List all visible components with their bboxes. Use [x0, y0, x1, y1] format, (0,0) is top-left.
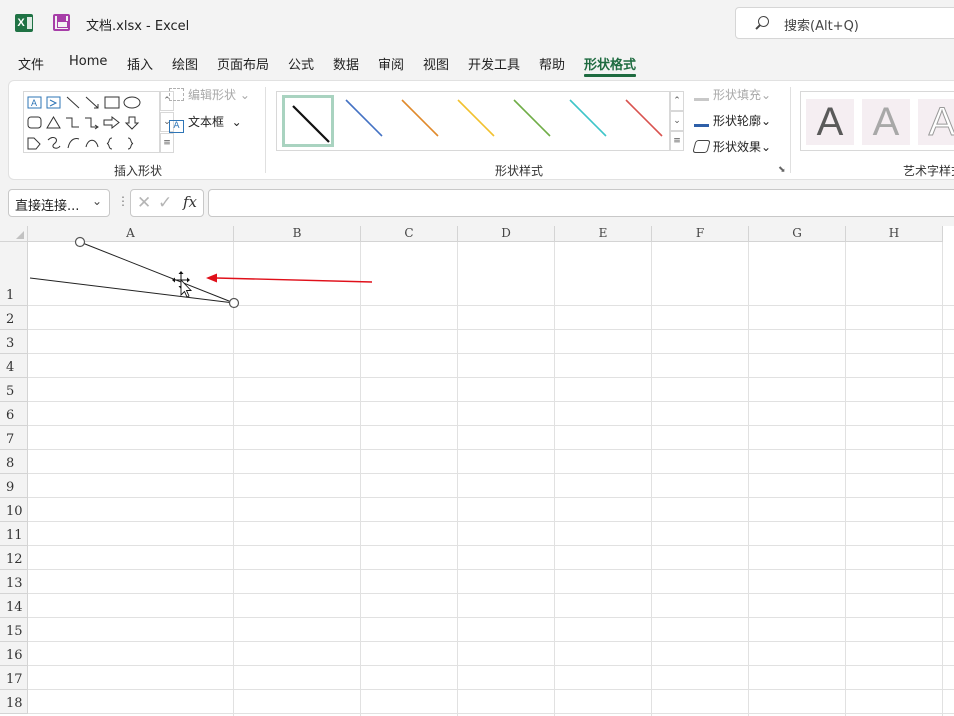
annotation-arrow: [206, 273, 373, 283]
tab-draw[interactable]: 绘图: [172, 54, 198, 73]
chevron-down-icon: ⌄: [239, 88, 250, 102]
insert-function-button[interactable]: fx: [183, 193, 197, 211]
formula-bar: 直接连接... ⌄ ⋮ ✕ ✓ fx: [0, 186, 954, 220]
ribbon-tabs: 文件 Home 插入 绘图 页面布局 公式 数据 审阅 视图 开发工具 帮助 形…: [0, 50, 954, 78]
tab-formulas[interactable]: 公式: [288, 54, 314, 73]
shape-style-option[interactable]: [453, 95, 505, 147]
title-bar: 文档.xlsx - Excel 搜索(Alt+Q): [0, 0, 954, 46]
tab-file[interactable]: 文件: [18, 54, 44, 73]
shape-effects-label: 形状效果: [713, 140, 762, 154]
edit-shape-icon: [169, 88, 184, 101]
tab-review[interactable]: 审阅: [378, 54, 404, 73]
shape-effects-icon: [692, 140, 711, 153]
shape-fill-label: 形状填充: [713, 88, 762, 102]
chevron-down-icon: ⌄: [761, 114, 772, 128]
shape-style-option[interactable]: [565, 95, 617, 147]
dialog-launcher-icon[interactable]: ⬊: [778, 165, 786, 175]
chevron-down-icon: ⌄: [761, 140, 772, 154]
tab-help[interactable]: 帮助: [539, 54, 565, 73]
group-separator: [265, 87, 266, 173]
wordart-gallery[interactable]: A A A: [800, 91, 954, 151]
cancel-icon[interactable]: ✕: [137, 193, 151, 213]
line-start-handle[interactable]: [74, 236, 86, 248]
search-box[interactable]: 搜索(Alt+Q): [735, 7, 954, 39]
excel-app-icon: [15, 14, 33, 32]
worksheet-grid[interactable]: ABCDEFGH 1 2 3 4 5 6 7 8 9 10 11 12 13 14 15 16 17 18: [0, 226, 954, 716]
wordart-style-1[interactable]: A: [806, 99, 854, 145]
text-box-icon: A: [169, 120, 184, 133]
shape-style-gallery[interactable]: ⌃ ⌄ ≡: [276, 91, 684, 151]
shape-gallery-icons: A: [27, 96, 141, 150]
ribbon: A ⌃ ⌄ ≡ 编辑形状 ⌄ A 文本框 ⌄ 插入形状 ⌃ ⌄ ≡ 形状填充⌄ …: [8, 80, 954, 180]
pen-outline-icon: [694, 114, 709, 127]
shape-style-option[interactable]: [397, 95, 449, 147]
text-box-button[interactable]: A 文本框 ⌄: [169, 113, 242, 133]
style-scroll-up[interactable]: ⌃: [670, 91, 684, 111]
insert-shapes-group-label: 插入形状: [114, 164, 163, 178]
search-icon: [758, 16, 769, 27]
group-separator: [790, 87, 791, 173]
tab-view[interactable]: 视图: [423, 54, 449, 73]
chevron-down-icon: ⌄: [761, 88, 772, 102]
search-placeholder: 搜索(Alt+Q): [784, 19, 859, 34]
shape-outline-label: 形状轮廓: [713, 114, 762, 128]
formula-buttons: ✕ ✓ fx: [130, 189, 204, 217]
enter-check-icon[interactable]: ✓: [158, 193, 172, 213]
paint-bucket-icon: [694, 88, 709, 101]
line-end-handle[interactable]: [228, 297, 240, 309]
wordart-style-2[interactable]: A: [862, 99, 910, 145]
shape-styles-group-label: 形状样式: [495, 164, 544, 178]
save-icon[interactable]: [53, 14, 70, 31]
edit-shape-label: 编辑形状: [188, 88, 237, 102]
move-cursor-icon: [172, 271, 193, 298]
tab-home[interactable]: Home: [69, 54, 107, 69]
chevron-down-icon: ⌄: [231, 115, 242, 129]
document-title: 文档.xlsx - Excel: [86, 19, 190, 34]
chevron-down-icon[interactable]: ⌄: [92, 194, 102, 208]
shape-gallery[interactable]: A ⌃ ⌄ ≡: [23, 91, 174, 153]
shape-style-option[interactable]: [509, 95, 561, 147]
shape-style-option[interactable]: [621, 95, 673, 147]
text-box-label: 文本框: [188, 115, 225, 129]
shape-style-option[interactable]: [341, 95, 393, 147]
tab-shape-format[interactable]: 形状格式: [584, 54, 636, 73]
style-scroll-down[interactable]: ⌄: [670, 111, 684, 131]
gallery-more[interactable]: ≡: [160, 133, 174, 153]
wordart-style-3[interactable]: A: [918, 99, 954, 145]
shape-outline-button[interactable]: 形状轮廓⌄: [694, 112, 771, 129]
shape-style-option[interactable]: [282, 95, 334, 147]
svg-text:A: A: [31, 98, 37, 108]
shape-fill-button[interactable]: 形状填充⌄: [694, 86, 771, 103]
style-gallery-more[interactable]: ≡: [670, 131, 684, 151]
formula-input[interactable]: [208, 189, 954, 217]
name-box-value: 直接连接...: [15, 199, 80, 214]
tab-page-layout[interactable]: 页面布局: [217, 54, 269, 73]
name-box[interactable]: 直接连接... ⌄: [8, 189, 110, 217]
tab-developer[interactable]: 开发工具: [468, 54, 520, 73]
shape-effects-button[interactable]: 形状效果⌄: [692, 138, 772, 155]
drawing-layer: [29, 236, 373, 309]
tab-data[interactable]: 数据: [333, 54, 359, 73]
wordart-group-label: 艺术字样式: [903, 164, 954, 178]
active-tab-indicator: [584, 74, 636, 77]
tab-insert[interactable]: 插入: [127, 54, 153, 73]
more-options-icon[interactable]: ⋮: [117, 194, 129, 208]
edit-shape-button[interactable]: 编辑形状 ⌄: [169, 86, 250, 103]
